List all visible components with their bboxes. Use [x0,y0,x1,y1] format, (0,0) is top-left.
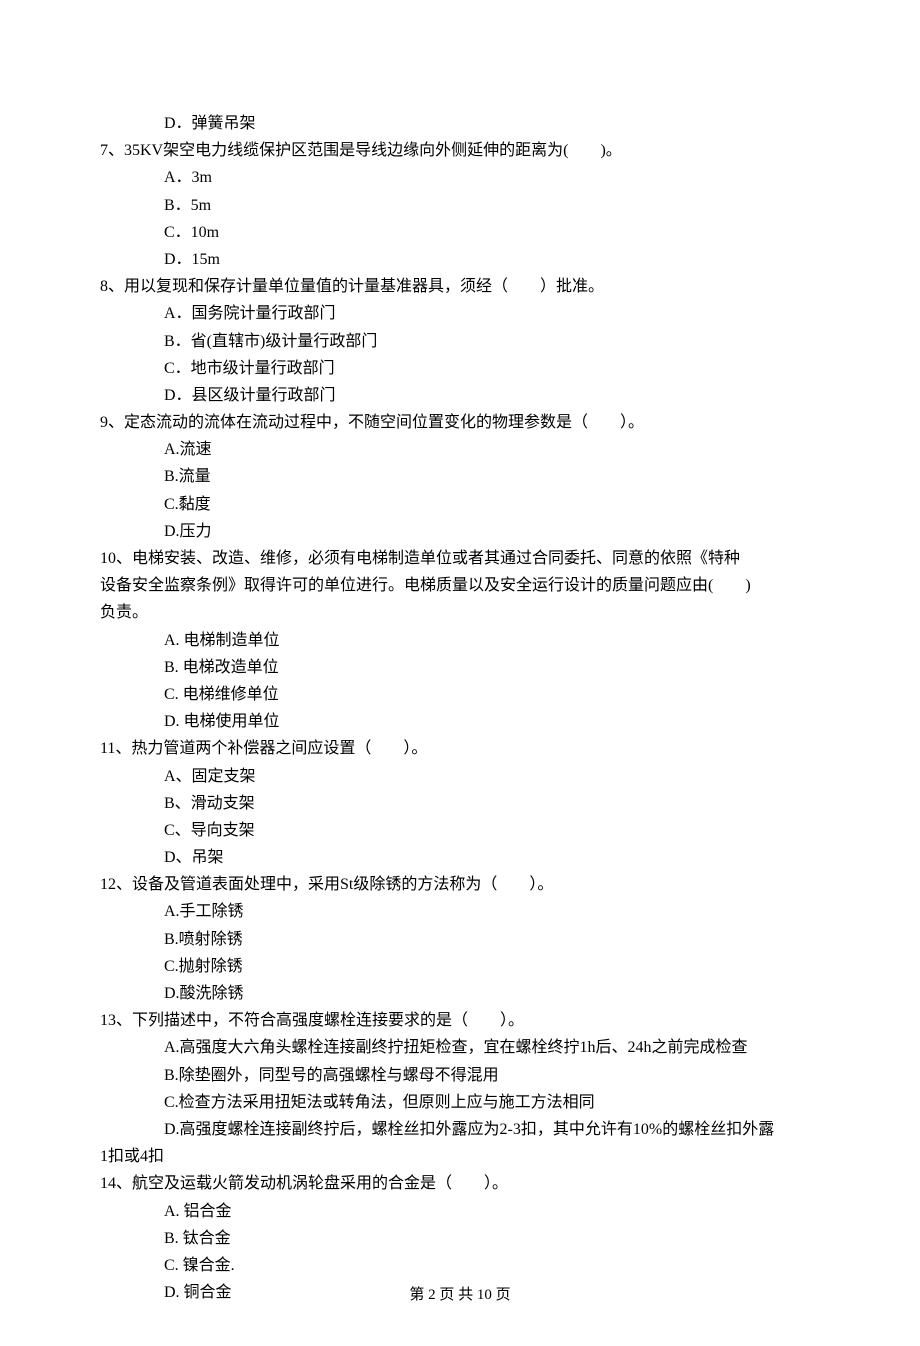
q11-option-c: C、导向支架 [100,817,820,844]
q7-option-c: C．10m [100,219,820,246]
q11-option-d: D、吊架 [100,844,820,871]
q10-stem-line1: 10、电梯安装、改造、维修，必须有电梯制造单位或者其通过合同委托、同意的依照《特… [100,545,820,572]
q11-option-b: B、滑动支架 [100,790,820,817]
q8-option-d: D．县区级计量行政部门 [100,382,820,409]
q11-stem: 11、热力管道两个补偿器之间应设置（ ）。 [100,735,820,762]
q7-option-b: B．5m [100,192,820,219]
q13-option-b: B.除垫圈外，同型号的高强螺栓与螺母不得混用 [100,1062,820,1089]
q10-stem-line2: 设备安全监察条例》取得许可的单位进行。电梯质量以及安全运行设计的质量问题应由( … [100,572,820,599]
q8-option-b: B．省(直辖市)级计量行政部门 [100,328,820,355]
q13-option-d-line2: 1扣或4扣 [100,1143,820,1170]
q12-option-b: B.喷射除锈 [100,926,820,953]
q14-option-b: B. 钛合金 [100,1225,820,1252]
q8-option-c: C．地市级计量行政部门 [100,355,820,382]
q13-option-c: C.检查方法采用扭矩法或转角法，但原则上应与施工方法相同 [100,1089,820,1116]
q14-stem: 14、航空及运载火箭发动机涡轮盘采用的合金是（ ）。 [100,1170,820,1197]
q10-stem-line3: 负责。 [100,599,820,626]
q7-option-d: D．15m [100,246,820,273]
q13-option-d-line1: D.高强度螺栓连接副终拧后，螺栓丝扣外露应为2-3扣，其中允许有10%的螺栓丝扣… [100,1116,820,1143]
q9-stem: 9、定态流动的流体在流动过程中，不随空间位置变化的物理参数是（ ）。 [100,409,820,436]
q9-option-b: B.流量 [100,463,820,490]
q10-option-b: B. 电梯改造单位 [100,654,820,681]
q10-option-c: C. 电梯维修单位 [100,681,820,708]
q8-option-a: A．国务院计量行政部门 [100,300,820,327]
q7-stem: 7、35KV架空电力线缆保护区范围是导线边缘向外侧延伸的距离为( )。 [100,137,820,164]
q12-option-d: D.酸洗除锈 [100,980,820,1007]
q10-option-a: A. 电梯制造单位 [100,627,820,654]
document-page: D．弹簧吊架 7、35KV架空电力线缆保护区范围是导线边缘向外侧延伸的距离为( … [0,0,920,1346]
q9-option-a: A.流速 [100,436,820,463]
q13-option-a: A.高强度大六角头螺栓连接副终拧扭矩检查，宜在螺栓终拧1h后、24h之前完成检查 [100,1034,820,1061]
q8-stem: 8、用以复现和保存计量单位量值的计量基准器具，须经（ ）批准。 [100,273,820,300]
q11-option-a: A、固定支架 [100,763,820,790]
q13-stem: 13、下列描述中，不符合高强度螺栓连接要求的是（ ）。 [100,1007,820,1034]
page-footer: 第 2 页 共 10 页 [0,1283,920,1309]
q7-option-a: A．3m [100,164,820,191]
q9-option-d: D.压力 [100,518,820,545]
q12-option-c: C.抛射除锈 [100,953,820,980]
q6-option-d: D．弹簧吊架 [100,110,820,137]
q9-option-c: C.黏度 [100,491,820,518]
q14-option-c: C. 镍合金. [100,1252,820,1279]
q10-option-d: D. 电梯使用单位 [100,708,820,735]
q12-option-a: A.手工除锈 [100,898,820,925]
q12-stem: 12、设备及管道表面处理中，采用St级除锈的方法称为（ ）。 [100,871,820,898]
q14-option-a: A. 铝合金 [100,1198,820,1225]
